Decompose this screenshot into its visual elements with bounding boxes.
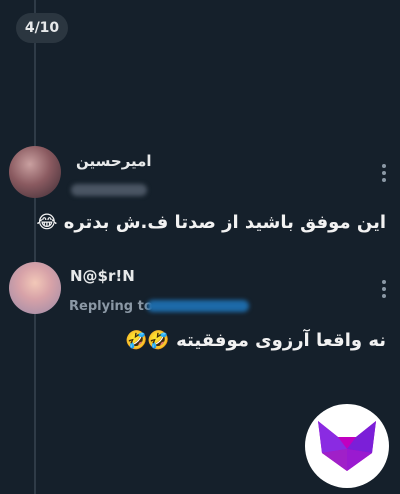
replying-to-label: Replying to <box>69 299 153 314</box>
reply-text: نه واقعا آرزوی موفقیته 🤣🤣 <box>125 330 386 351</box>
user-handle[interactable] <box>71 184 147 196</box>
fox-logo-icon <box>305 404 389 488</box>
avatar[interactable] <box>9 262 61 314</box>
reply-text: این موفق باشید از صدتا ف.ش بدتره 😂 <box>36 212 386 233</box>
fox-logo-graphic <box>318 421 376 471</box>
more-options-icon[interactable] <box>381 280 387 298</box>
page-indicator: 4/10 <box>16 13 68 43</box>
thread-line <box>34 0 36 494</box>
avatar[interactable] <box>9 146 61 198</box>
page-indicator-label: 4/10 <box>24 20 60 36</box>
more-options-icon[interactable] <box>381 164 387 182</box>
username[interactable]: امیرحسین <box>76 152 152 170</box>
username[interactable]: N@$r!N <box>70 267 135 285</box>
replying-to-handle[interactable] <box>147 300 249 312</box>
